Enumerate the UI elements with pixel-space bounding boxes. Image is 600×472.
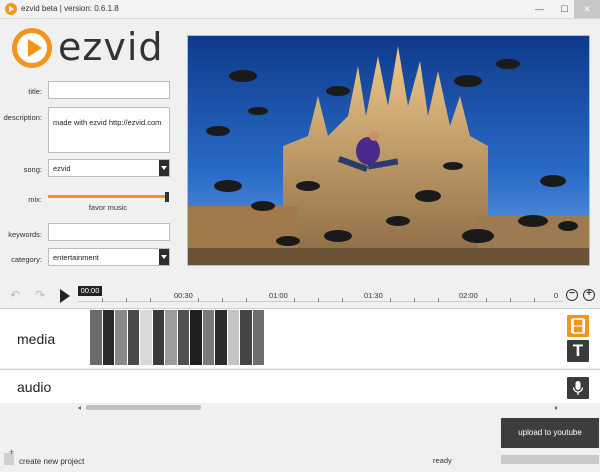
song-value: ezvid xyxy=(53,164,71,173)
ruler-tick xyxy=(486,298,487,302)
title-bar: ezvid beta | version: 0.6.1.8 — ☐ ✕ xyxy=(0,0,600,19)
title-input[interactable] xyxy=(48,81,170,99)
description-label: description: xyxy=(3,113,42,122)
scroll-right-icon[interactable] xyxy=(555,406,558,410)
zoom-out-icon[interactable]: − xyxy=(566,289,578,301)
status-text: ready xyxy=(433,456,452,465)
zoom-in-icon[interactable]: + xyxy=(583,289,595,301)
media-clip-thumbnail[interactable] xyxy=(127,310,140,365)
playhead-time[interactable]: 00:00 xyxy=(78,286,102,296)
song-label: song: xyxy=(23,165,42,174)
category-value: entertainment xyxy=(53,253,99,262)
logo-text: ezvid xyxy=(58,25,164,69)
ruler-tick xyxy=(198,298,199,302)
mix-label: mix: xyxy=(28,195,42,204)
play-icon[interactable] xyxy=(60,289,70,303)
film-icon[interactable] xyxy=(567,315,589,337)
minimize-button[interactable]: — xyxy=(527,0,552,18)
window-title: ezvid beta | version: 0.6.1.8 xyxy=(21,4,119,13)
ruler-tick xyxy=(150,298,151,302)
keywords-label: keywords: xyxy=(8,230,42,239)
mix-caption: favor music xyxy=(88,203,128,212)
microphone-icon[interactable] xyxy=(567,377,589,399)
ruler-tick xyxy=(414,298,415,302)
scroll-left-icon[interactable] xyxy=(78,406,81,410)
upload-to-youtube-button[interactable]: upload to youtube xyxy=(501,418,599,448)
media-clip-thumbnail[interactable] xyxy=(190,310,203,365)
song-select[interactable]: ezvid xyxy=(48,159,170,177)
ruler-tick xyxy=(222,298,223,302)
ruler-tick xyxy=(246,298,247,302)
media-clip-thumbnail[interactable] xyxy=(252,310,265,365)
media-clip-thumbnail[interactable] xyxy=(227,310,240,365)
media-clip-thumbnail[interactable] xyxy=(115,310,128,365)
media-clip-thumbnail[interactable] xyxy=(202,310,215,365)
media-clip-thumbnail[interactable] xyxy=(177,310,190,365)
play-logo-icon xyxy=(12,28,52,68)
create-new-project-link[interactable]: create new project xyxy=(19,457,84,466)
video-preview[interactable] xyxy=(187,35,590,266)
title-label: title: xyxy=(28,87,42,96)
mix-slider[interactable] xyxy=(48,192,170,202)
timeline-ruler[interactable]: 00:30 01:00 01:30 02:00 0 xyxy=(78,288,563,308)
ruler-tick xyxy=(534,298,535,302)
media-clip-thumbnail[interactable] xyxy=(152,310,165,365)
media-clip-thumbnail[interactable] xyxy=(102,310,115,365)
audio-track[interactable]: audio xyxy=(0,369,600,403)
ruler-tick xyxy=(390,298,391,302)
keywords-input[interactable] xyxy=(48,223,170,241)
app-icon xyxy=(5,3,17,15)
media-clip-thumbnail[interactable] xyxy=(90,310,103,365)
ruler-tick xyxy=(126,298,127,302)
timeline-scrollbar[interactable] xyxy=(78,404,558,412)
preview-image xyxy=(188,36,589,265)
ruler-tick xyxy=(318,298,319,302)
redo-arrow-icon[interactable]: ↷ xyxy=(35,289,51,301)
media-clip-thumbnail[interactable] xyxy=(215,310,228,365)
new-project-icon[interactable] xyxy=(4,447,14,465)
close-button[interactable]: ✕ xyxy=(574,0,600,18)
upload-progress-bar xyxy=(501,455,599,464)
ruler-tick xyxy=(102,298,103,302)
ezvid-logo: ezvid xyxy=(12,25,163,72)
mix-slider-track xyxy=(48,195,166,198)
media-track-label: media xyxy=(17,331,56,347)
ruler-tick xyxy=(510,298,511,302)
media-clip-thumbnail[interactable] xyxy=(240,310,253,365)
category-select[interactable]: entertainment xyxy=(48,248,170,266)
ruler-label: 0 xyxy=(554,291,559,300)
ruler-label: 01:00 xyxy=(269,291,288,300)
ruler-tick xyxy=(294,298,295,302)
scrollbar-thumb[interactable] xyxy=(86,405,201,410)
chevron-down-icon[interactable] xyxy=(159,160,169,176)
ruler-tick xyxy=(342,298,343,302)
ruler-label: 01:30 xyxy=(364,291,383,300)
media-clip-thumbnail[interactable] xyxy=(140,310,153,365)
audio-track-label: audio xyxy=(17,379,52,395)
category-label: category: xyxy=(11,255,42,264)
media-clips[interactable] xyxy=(90,310,265,365)
undo-arrow-icon[interactable]: ↶ xyxy=(10,289,26,301)
ruler-label: 00:30 xyxy=(174,291,193,300)
description-field[interactable]: made with ezvid http://ezvid.com xyxy=(48,107,170,153)
ruler-tick xyxy=(438,298,439,302)
media-clip-thumbnail[interactable] xyxy=(165,310,178,365)
add-text-icon[interactable]: T xyxy=(567,340,589,362)
chevron-down-icon[interactable] xyxy=(159,249,169,265)
mix-slider-thumb[interactable] xyxy=(165,192,169,202)
ruler-label: 02:00 xyxy=(459,291,478,300)
